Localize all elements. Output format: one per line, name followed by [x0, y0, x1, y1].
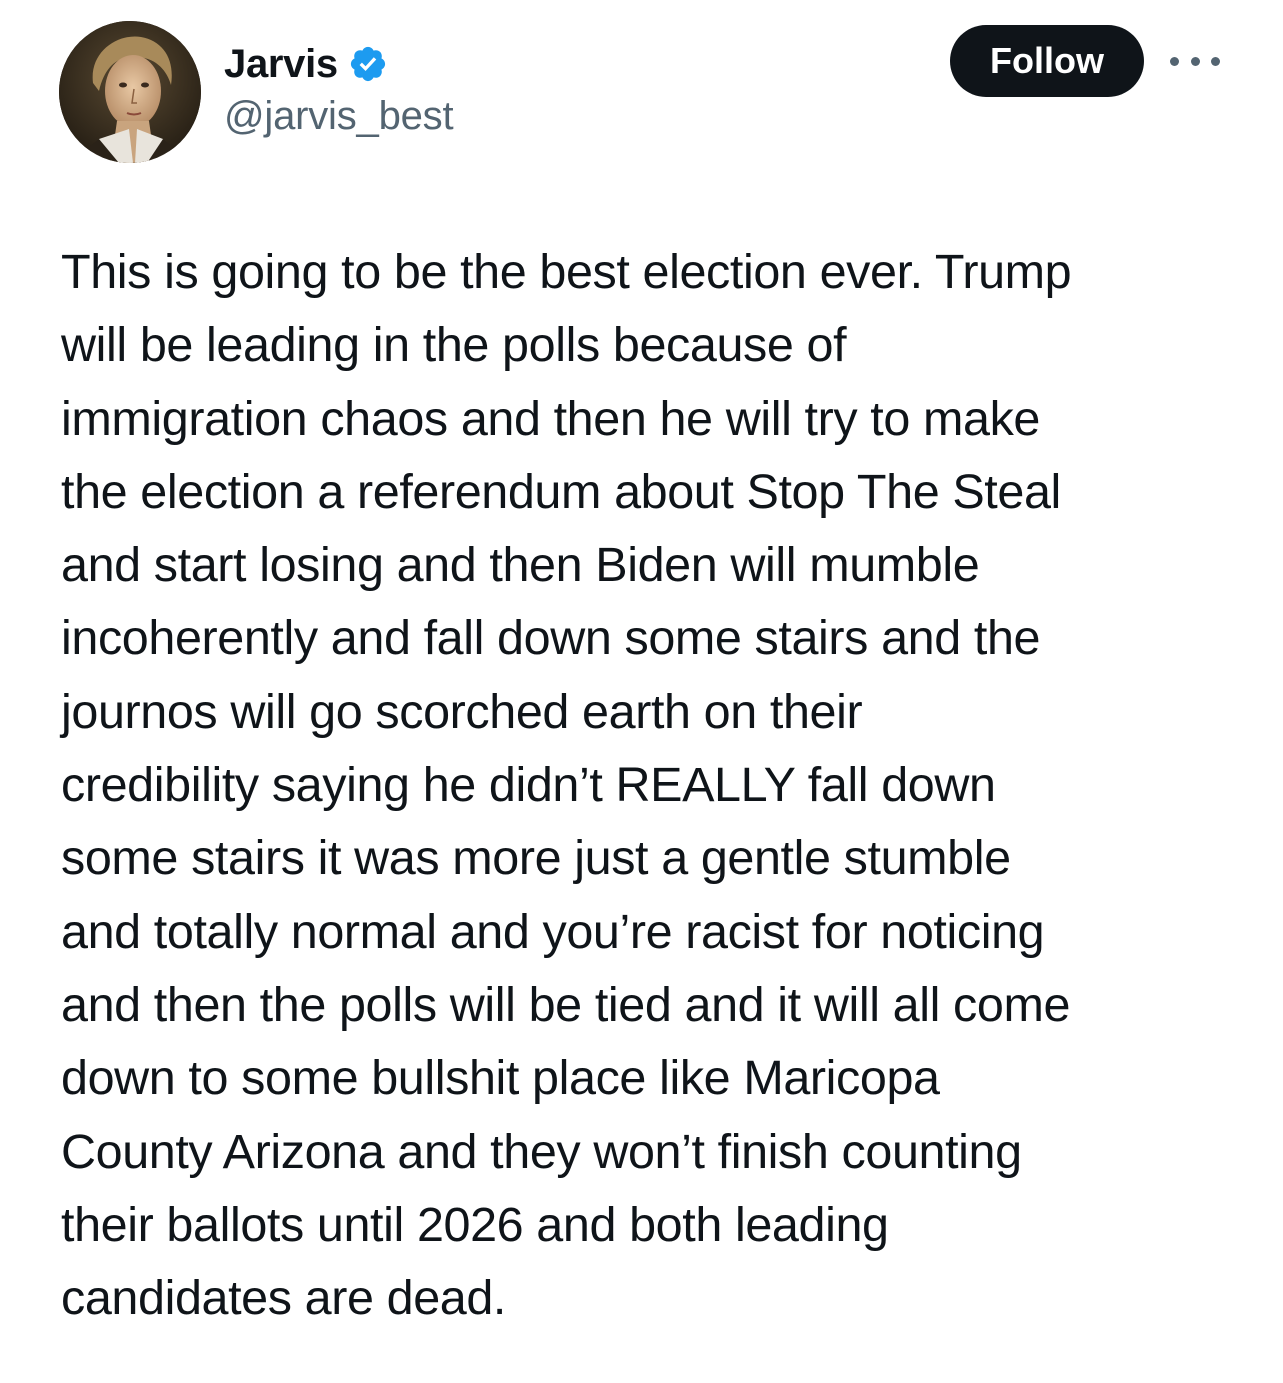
avatar[interactable]: [59, 21, 201, 163]
tweet-text-line: and totally normal and you’re racist for…: [61, 904, 1045, 959]
tweet-text-line: down to some bullshit place like Maricop…: [61, 1051, 940, 1106]
tweet-text-line: candidates are dead.: [61, 1271, 507, 1326]
author-display-name[interactable]: Jarvis: [224, 42, 338, 87]
avatar-portrait-image: [59, 21, 201, 163]
tweet-text: This is going to be the best election ev…: [61, 236, 1241, 1335]
more-horizontal-icon[interactable]: [1170, 46, 1220, 76]
more-dot: [1170, 56, 1179, 66]
author-name-row: Jarvis: [224, 38, 388, 90]
tweet-text-line: the election a referendum about Stop The…: [61, 464, 1061, 519]
follow-button[interactable]: Follow: [950, 25, 1144, 97]
tweet-text-line: and then the polls will be tied and it w…: [61, 977, 1071, 1032]
tweet-text-line: and start losing and then Biden will mum…: [61, 538, 980, 593]
tweet-text-line: immigration chaos and then he will try t…: [61, 391, 1040, 446]
author-handle[interactable]: @jarvis_best: [224, 94, 454, 139]
tweet-text-line: credibility saying he didn’t REALLY fall…: [61, 758, 996, 813]
tweet-card: Jarvis @jarvis_best Follow This is going…: [0, 0, 1283, 1383]
tweet-text-line: their ballots until 2026 and both leadin…: [61, 1197, 889, 1252]
tweet-text-line: County Arizona and they won’t finish cou…: [61, 1124, 1022, 1179]
more-dot: [1211, 56, 1220, 66]
tweet-text-line: This is going to be the best election ev…: [61, 245, 1072, 299]
tweet-text-line: journos will go scorched earth on their: [61, 684, 863, 739]
more-dot: [1190, 56, 1200, 66]
tweet-text-line: will be leading in the polls because of: [61, 318, 847, 373]
verified-badge-icon[interactable]: [348, 44, 388, 84]
tweet-text-line: some stairs it was more just a gentle st…: [61, 831, 1011, 886]
tweet-text-line: incoherently and fall down some stairs a…: [61, 611, 1041, 666]
